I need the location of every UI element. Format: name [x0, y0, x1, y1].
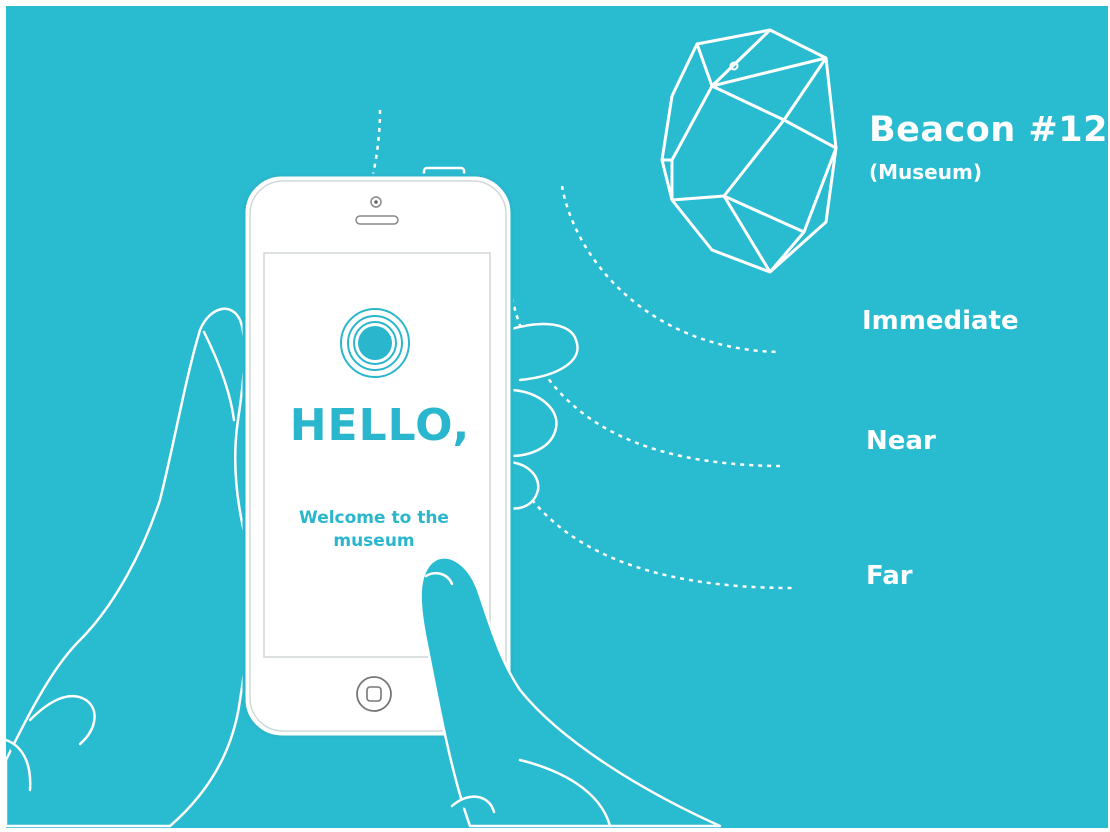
illustration: Beacon #12 (Museum) Immediate Near Far H… [0, 0, 1110, 832]
dotted-signal-line [371, 109, 382, 176]
screen-message[interactable]: Welcome to the museum [268, 507, 480, 553]
beacon-name: Beacon #12 [869, 110, 1108, 150]
range-arc-immediate [560, 185, 781, 354]
screen-message-line1: Welcome to the [299, 508, 449, 528]
range-label-far: Far [866, 561, 913, 591]
pointing-hand [419, 556, 722, 828]
range-label-near: Near [866, 426, 936, 456]
beacon-location: (Museum) [869, 160, 982, 184]
range-arc-far [510, 469, 793, 590]
beacon-gem-icon [660, 28, 838, 274]
screen-message-line2: museum [333, 531, 415, 551]
range-arc-near [510, 297, 781, 468]
range-label-immediate: Immediate [862, 306, 1019, 336]
screen-greeting: HELLO, [289, 400, 471, 451]
